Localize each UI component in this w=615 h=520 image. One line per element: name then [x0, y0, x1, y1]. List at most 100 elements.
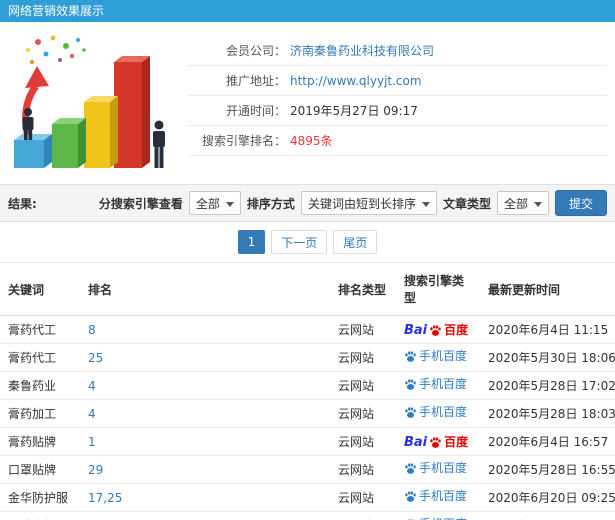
paw-icon [405, 490, 416, 502]
rank-type-cell: 云网站 [330, 399, 396, 428]
info-row-rank-count: 搜索引擎排名： 4895条 [188, 126, 607, 156]
mobile-baidu-logo: 手机百度 [404, 378, 467, 391]
mobile-baidu-label: 手机百度 [419, 489, 468, 503]
rank-type-cell: 云网站 [330, 343, 396, 372]
rank-type-cell: 云网站 [330, 371, 396, 400]
mobile-baidu-label: 手机百度 [419, 377, 468, 391]
opened-value: 2019年5月27日 09:17 [290, 104, 418, 118]
engine-cell: Bai 百度 手机百度 [396, 371, 480, 400]
mobile-baidu-logo: 手机百度 [404, 406, 467, 419]
site-label: 推广地址： [225, 74, 286, 88]
rank-link[interactable]: 4 [88, 379, 96, 393]
info-row-site: 推广地址： http://www.qlyyjt.com [188, 66, 607, 96]
results-table: 关键词 排名 排名类型 搜索引擎类型 最新更新时间 膏药代工 8 云网站 Bai… [0, 262, 615, 520]
keyword-cell: 金华防护服 [0, 483, 80, 512]
baidu-logo: Bai 百度 [404, 436, 468, 449]
engine-select[interactable]: 全部 [188, 191, 241, 215]
th-updated: 最新更新时间 [480, 262, 615, 316]
engine-cell: Bai 百度 手机百度 [396, 455, 480, 484]
mobile-baidu-label: 手机百度 [419, 405, 468, 419]
company-label: 会员公司： [225, 44, 286, 58]
updated-cell: 2020年5月28日 17:02 [480, 371, 615, 400]
mobile-baidu-logo: 手机百度 [404, 350, 467, 363]
keyword-cell: 膏药加工 [0, 399, 80, 428]
sort-select[interactable]: 关键词由短到长排序 [300, 191, 437, 215]
rank-type-cell: 云网站 [330, 427, 396, 456]
keyword-cell: 秦鲁药业 [0, 371, 80, 400]
engine-cell: Bai 百度 手机百度 [396, 343, 480, 372]
table-header-row: 关键词 排名 排名类型 搜索引擎类型 最新更新时间 [0, 262, 615, 316]
table-row: 秦鲁药业 4 云网站 Bai 百度 手机百度 [0, 371, 615, 400]
rank-link[interactable]: 25 [88, 351, 103, 365]
th-engine-type: 搜索引擎类型 [396, 262, 480, 316]
paw-icon [405, 462, 416, 474]
keyword-cell: 膏药贴牌 [0, 427, 80, 456]
updated-cell: 2020年6月4日 11:10 [480, 511, 615, 520]
rank-type-cell: 云网站 [330, 511, 396, 520]
updated-cell: 2020年6月20日 09:25 [480, 483, 615, 512]
info-row-company: 会员公司： 济南秦鲁药业科技有限公司 [188, 36, 607, 66]
rank-type-cell: 云网站 [330, 483, 396, 512]
chevron-down-icon [533, 202, 542, 207]
engine-cell: Bai 百度 手机百度 [396, 399, 480, 428]
baidu-logo-chinese: 百度 [444, 435, 469, 449]
engine-filter-label: 分搜索引擎查看 [98, 196, 183, 211]
updated-cell: 2020年5月30日 18:06 [480, 343, 615, 372]
mobile-baidu-logo: 手机百度 [404, 462, 467, 475]
rank-link[interactable]: 8 [88, 323, 96, 337]
rank-cell: 25 [80, 343, 330, 372]
rank-cell: 1 [80, 427, 330, 456]
rank-link[interactable]: 17,25 [88, 491, 122, 505]
rank-link[interactable]: 1 [88, 435, 96, 449]
table-row: 膏药代工 8 云网站 Bai 百度 手机百度 [0, 315, 615, 344]
keyword-cell: 膏药代工 [0, 315, 80, 344]
engine-cell: Bai 百度 手机百度 [396, 483, 480, 512]
baidu-logo: Bai 百度 [404, 324, 468, 337]
rank-link[interactable]: 29 [88, 463, 103, 477]
sort-label: 排序方式 [246, 196, 295, 211]
businessman-figure-right [153, 120, 165, 168]
table-row: 膏药贴牌 1 云网站 Bai 百度 手机百度 [0, 427, 615, 456]
member-info: 会员公司： 济南秦鲁药业科技有限公司 推广地址： http://www.qlyy… [188, 32, 607, 178]
updated-cell: 2020年6月4日 11:15 [480, 315, 615, 344]
rank-cell: 29 [80, 455, 330, 484]
engine-cell: Bai 百度 手机百度 [396, 315, 480, 344]
header-bar: 网络营销效果展示 [0, 0, 615, 22]
bar-yellow [84, 96, 118, 168]
updated-cell: 2020年5月28日 18:03 [480, 399, 615, 428]
site-link[interactable]: http://www.qlyyjt.com [290, 74, 422, 88]
rank-link[interactable]: 4 [88, 407, 96, 421]
filter-bar: 结果: 分搜索引擎查看 全部 排序方式 关键词由短到长排序 文章类型 全部 提交 [0, 184, 615, 222]
company-link[interactable]: 济南秦鲁药业科技有限公司 [290, 42, 434, 59]
engine-cell: Bai 百度 手机百度 [396, 427, 480, 456]
result-label: 结果: [8, 196, 37, 211]
results-table-head: 关键词 排名 排名类型 搜索引擎类型 最新更新时间 [0, 262, 615, 316]
rank-cell: 4 [80, 399, 330, 428]
page-current[interactable]: 1 [237, 230, 266, 254]
keyword-cell: 福建防护服 [0, 511, 80, 520]
th-keyword: 关键词 [0, 262, 80, 316]
rank-count: 4895条 [290, 132, 333, 149]
th-rank-type: 排名类型 [330, 262, 396, 316]
article-type-select[interactable]: 全部 [496, 191, 549, 215]
table-row: 福建防护服 10 云网站 Bai 百度 手机百度 [0, 511, 615, 520]
submit-button[interactable]: 提交 [554, 190, 607, 216]
rank-type-cell: 云网站 [330, 455, 396, 484]
paw-icon [405, 378, 416, 390]
rank-cell: 17,25 [80, 483, 330, 512]
chart-illustration [14, 35, 165, 168]
page-last[interactable]: 尾页 [333, 230, 378, 254]
keyword-cell: 膏药代工 [0, 343, 80, 372]
article-type-label: 文章类型 [442, 196, 491, 211]
page-next[interactable]: 下一页 [271, 230, 328, 254]
bar-blue [14, 134, 52, 168]
pagination: 1 下一页 尾页 [0, 222, 615, 262]
chevron-down-icon [421, 202, 430, 207]
chevron-down-icon [225, 202, 234, 207]
paw-icon [430, 436, 441, 448]
mobile-baidu-logo: 手机百度 [404, 490, 467, 503]
updated-cell: 2020年5月28日 16:55 [480, 455, 615, 484]
keyword-cell: 口罩贴牌 [0, 455, 80, 484]
rank-count-label: 搜索引擎排名： [201, 134, 286, 148]
confetti-dots [26, 35, 86, 64]
